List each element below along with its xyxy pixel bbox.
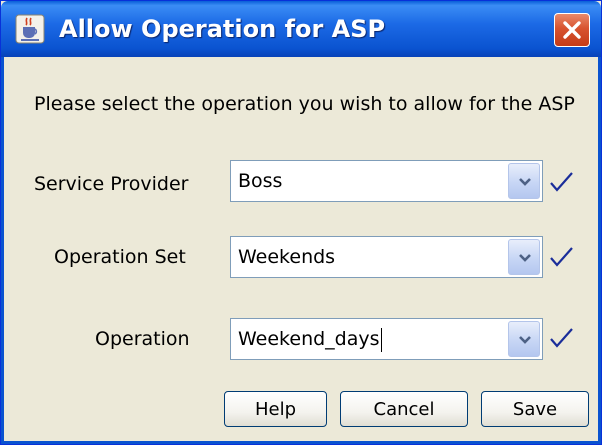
operation-combo[interactable]: Weekend_days [230,318,543,360]
operation-dropdown-button[interactable] [508,321,540,357]
operation-set-dropdown-button[interactable] [508,239,540,275]
java-cup-icon [15,14,45,44]
allow-operation-dialog: Allow Operation for ASP Please select th… [0,0,602,445]
service-provider-dropdown-button[interactable] [508,163,540,199]
operation-value: Weekend_days [238,319,382,359]
operation-set-combo[interactable]: Weekends [230,236,543,278]
title-bar[interactable]: Allow Operation for ASP [1,1,601,57]
checkmark-icon [548,327,574,349]
service-provider-label: Service Provider [34,173,189,195]
checkmark-icon [548,171,574,193]
service-provider-value: Boss [238,170,283,192]
help-button[interactable]: Help [224,391,327,427]
close-button[interactable] [554,13,590,47]
instructions-text: Please select the operation you wish to … [34,93,575,115]
operation-value-text: Weekend_days [238,328,380,350]
service-provider-combo[interactable]: Boss [230,160,543,202]
checkmark-icon [548,246,574,268]
cancel-button[interactable]: Cancel [340,391,468,427]
save-button[interactable]: Save [481,391,589,427]
operation-label: Operation [95,328,190,350]
operation-set-label: Operation Set [54,246,186,268]
window-title: Allow Operation for ASP [59,15,386,43]
text-caret [380,327,382,352]
operation-set-value: Weekends [238,246,336,268]
